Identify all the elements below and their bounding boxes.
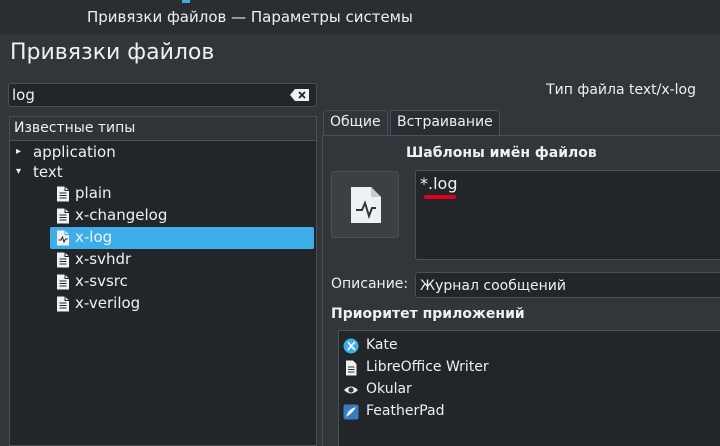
tree-header-label: Известные типы bbox=[14, 120, 136, 136]
window-titlebar: Привязки файлов — Параметры системы bbox=[0, 0, 720, 34]
tab-general[interactable]: Общие bbox=[323, 110, 388, 136]
text-file-icon bbox=[57, 208, 69, 224]
log-file-icon bbox=[57, 230, 69, 246]
tree-group-label: text bbox=[33, 163, 63, 181]
annotation-underline bbox=[424, 195, 456, 199]
description-label: Описание: bbox=[331, 276, 409, 292]
page-title: Привязки файлов bbox=[10, 40, 215, 65]
search-input[interactable] bbox=[12, 85, 282, 105]
patterns-heading: Шаблоны имён файлов bbox=[406, 145, 597, 161]
chevron-down-icon[interactable]: ▾ bbox=[16, 166, 26, 177]
text-file-icon bbox=[57, 296, 69, 312]
tree-item-label: plain bbox=[75, 184, 112, 202]
file-type-icon-button[interactable] bbox=[331, 171, 399, 238]
featherpad-icon bbox=[343, 404, 359, 420]
text-file-icon bbox=[57, 274, 69, 290]
tree-item-label: x-log bbox=[75, 228, 113, 246]
log-file-icon bbox=[351, 187, 381, 223]
document-icon bbox=[346, 360, 357, 376]
app-priority-list[interactable]: Kate LibreOffice Writer Okular FeatherPa… bbox=[338, 330, 720, 446]
app-label: Okular bbox=[366, 381, 412, 397]
titlebar-accent bbox=[182, 0, 190, 3]
tree-item-label: x-changelog bbox=[75, 206, 168, 224]
tree-item-plain[interactable]: plain bbox=[10, 183, 316, 205]
okular-eye-icon bbox=[344, 386, 358, 394]
tab-label: Общие bbox=[330, 114, 381, 130]
tree-item-label: x-verilog bbox=[75, 294, 141, 312]
tree-item-label: x-svhdr bbox=[75, 250, 132, 268]
clear-text-icon[interactable] bbox=[290, 89, 310, 101]
app-priority-heading: Приоритет приложений bbox=[331, 306, 525, 322]
description-field[interactable] bbox=[415, 272, 720, 298]
app-label: FeatherPad bbox=[366, 403, 445, 419]
text-file-icon bbox=[57, 186, 69, 202]
patterns-list[interactable]: *.log bbox=[415, 170, 720, 260]
app-label: Kate bbox=[366, 337, 398, 353]
tree-item-label: x-svsrc bbox=[75, 272, 128, 290]
chevron-right-icon[interactable]: ▸ bbox=[16, 146, 26, 157]
file-type-title: Тип файла text/x-log bbox=[546, 82, 696, 98]
tree-item-x-changelog[interactable]: x-changelog bbox=[10, 205, 316, 227]
pattern-item[interactable]: *.log bbox=[420, 174, 457, 193]
search-box[interactable] bbox=[8, 83, 317, 107]
tree-group-application[interactable]: ▸ application bbox=[10, 142, 316, 164]
known-types-tree[interactable]: Известные типы ▸ application ▾ text plai… bbox=[9, 116, 317, 446]
text-file-icon bbox=[57, 252, 69, 268]
description-input[interactable] bbox=[420, 276, 710, 296]
tree-item-x-svsrc[interactable]: x-svsrc bbox=[10, 271, 316, 293]
tree-header: Известные типы bbox=[10, 117, 316, 141]
window-title: Привязки файлов — Параметры системы bbox=[87, 8, 413, 26]
tree-group-text[interactable]: ▾ text bbox=[10, 162, 316, 184]
app-label: LibreOffice Writer bbox=[366, 359, 489, 375]
tab-label: Встраивание bbox=[397, 114, 493, 130]
tree-item-x-verilog[interactable]: x-verilog bbox=[10, 293, 316, 315]
tree-item-x-svhdr[interactable]: x-svhdr bbox=[10, 249, 316, 271]
tab-embedding[interactable]: Встраивание bbox=[390, 110, 500, 136]
kate-icon bbox=[343, 338, 359, 354]
tree-item-x-log[interactable]: x-log bbox=[10, 227, 316, 249]
tree-group-label: application bbox=[33, 143, 116, 161]
